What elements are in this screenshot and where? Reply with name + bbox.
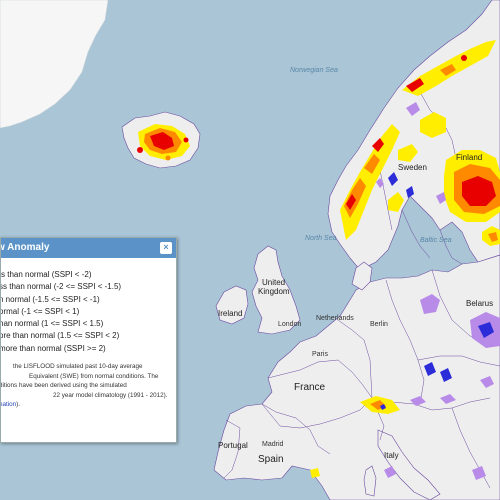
label-norwegian-sea: Norwegian Sea	[290, 67, 338, 74]
label-finland: Finland	[456, 153, 482, 162]
legend-item-label: ormal (-1 <= SSPI < 1)	[0, 306, 80, 316]
label-kingdom: Kingdom	[258, 287, 290, 296]
legend-description-line: 22 year model climatology (1991 - 2012).	[53, 391, 168, 399]
legend-item: more than normal (SSPI >= 2)	[1, 344, 172, 356]
legend-item-label: more than normal (SSPI >= 2)	[0, 343, 106, 353]
label-north-sea: North Sea	[305, 235, 337, 242]
legend-item: n normal (-1.5 <= SSPI < -1)	[1, 295, 172, 307]
legend-item: ormal (-1 <= SSPI < 1)	[1, 307, 172, 319]
legend-description-line: the LISFLOOD simulated past 10-day avera…	[13, 363, 143, 371]
label-sweden: Sweden	[398, 163, 427, 172]
legend-link-suffix: ).	[16, 401, 21, 409]
legend-description-line: ditions have been derived using the simu…	[0, 382, 127, 390]
legend-item-label: han normal (1 <= SSPI < 1.5)	[0, 319, 104, 329]
label-baltic-sea: Baltic Sea	[420, 237, 452, 244]
legend-item-label: n normal (-1.5 <= SSPI < -1)	[0, 294, 100, 304]
label-berlin: Berlin	[370, 321, 388, 328]
label-france: France	[294, 382, 326, 393]
label-portugal: Portugal	[218, 441, 248, 450]
label-madrid: Madrid	[262, 441, 284, 448]
label-united: United	[262, 278, 285, 287]
legend-item: ore than normal (1.5 <= SSPI < 2)	[1, 331, 172, 343]
legend-item-label: ss than normal (SSPI < -2)	[0, 270, 92, 279]
close-icon[interactable]: ×	[160, 242, 172, 254]
legend-description: the LISFLOOD simulated past 10-day avera…	[1, 362, 172, 410]
legend-title: w Anomaly	[0, 242, 50, 253]
legend-item-label: ore than normal (1.5 <= SSPI < 2)	[0, 331, 120, 341]
legend-item-label: ss than normal (-2 <= SSPI < -1.5)	[0, 282, 122, 292]
legend-body: ss than normal (SSPI < -2) ss than norma…	[1, 258, 176, 410]
label-italy: Italy	[384, 451, 399, 460]
more-information-link[interactable]: nation	[1, 401, 16, 408]
legend-description-line: Equivalent (SWE) from normal conditions.…	[29, 372, 159, 380]
legend-header: w Anomaly ×	[1, 238, 176, 258]
legend-description-line: nation).	[1, 400, 170, 410]
legend-item: ss than normal (-2 <= SSPI < -1.5)	[1, 282, 172, 294]
label-ireland: Ireland	[218, 309, 242, 318]
label-belarus: Belarus	[466, 299, 493, 308]
legend-item: ss than normal (SSPI < -2)	[1, 270, 172, 282]
label-netherlands: Netherlands	[316, 315, 354, 322]
label-london: London	[278, 321, 301, 328]
legend-panel: w Anomaly × ss than normal (SSPI < -2) s…	[0, 237, 177, 443]
label-paris: Paris	[312, 351, 328, 358]
legend-item: han normal (1 <= SSPI < 1.5)	[1, 319, 172, 331]
label-spain: Spain	[258, 454, 284, 465]
